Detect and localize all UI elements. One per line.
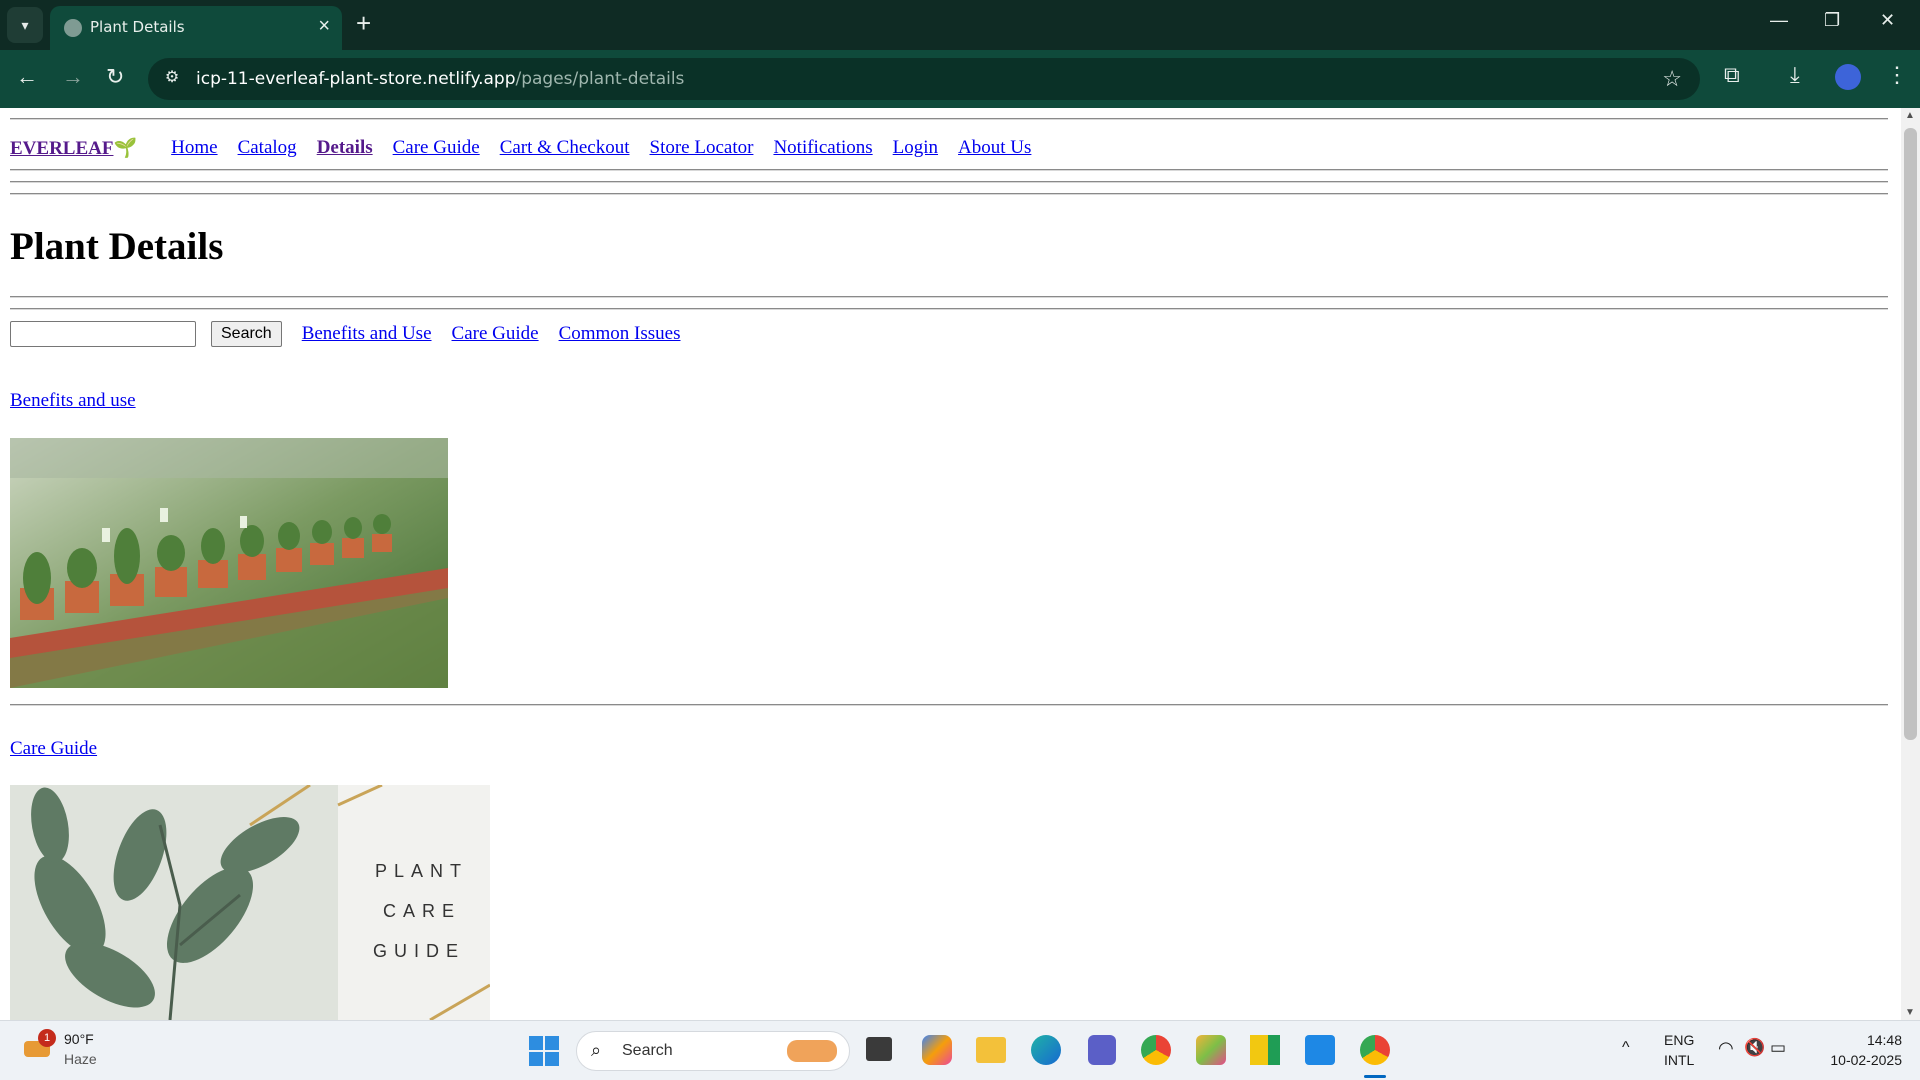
page-scrollbar[interactable]: ▲ ▼ <box>1901 108 1920 1020</box>
clock-time[interactable]: 14:48 <box>1828 1032 1902 1048</box>
tab-plant-details[interactable]: Plant Details × <box>50 6 342 50</box>
nav-home[interactable]: Home <box>171 137 217 159</box>
volume-muted-icon[interactable]: 🔇 <box>1744 1038 1765 1058</box>
chevron-up-icon[interactable]: ^ <box>1622 1039 1630 1057</box>
new-tab-button[interactable]: + <box>356 10 371 36</box>
plant-care-guide-image: PLANT CARE GUIDE <box>10 785 490 1020</box>
care-guide-image-text-guide: GUIDE <box>373 941 465 961</box>
globe-icon <box>64 19 82 37</box>
url-path: /pages/plant-details <box>515 69 685 89</box>
care-guide-image-text-care: CARE <box>383 901 461 921</box>
weather-badge: 1 <box>38 1029 56 1047</box>
menu-kebab-icon[interactable]: ⋮ <box>1886 62 1908 88</box>
divider <box>10 308 1888 310</box>
language-primary[interactable]: ENG <box>1664 1032 1694 1048</box>
nav-cart-checkout[interactable]: Cart & Checkout <box>500 137 630 159</box>
search-row: Search Benefits and Use Care Guide Commo… <box>10 320 701 348</box>
nav-store-locator[interactable]: Store Locator <box>650 137 754 159</box>
scroll-up-arrow-icon[interactable]: ▲ <box>1905 110 1915 121</box>
nav-login[interactable]: Login <box>893 137 938 159</box>
sprout-icon: 🌱 <box>113 138 138 159</box>
tab-strip: ▾ Plant Details × + — ❐ ✕ <box>0 0 1920 50</box>
extensions-icon[interactable]: ⧉ <box>1724 62 1740 88</box>
search-button[interactable]: Search <box>211 321 282 347</box>
brand-text: EVERLEAF <box>10 138 114 159</box>
url-host: icp-11-everleaf-plant-store.netlify.app <box>196 69 516 89</box>
weather-widget[interactable]: 1 <box>22 1029 56 1063</box>
url-text[interactable]: icp-11-everleaf-plant-store.netlify.app/… <box>196 69 684 89</box>
benefits-section-link[interactable]: Benefits and use <box>10 390 136 412</box>
file-explorer-icon[interactable] <box>976 1037 1006 1063</box>
back-icon[interactable]: ← <box>16 64 38 90</box>
edge-icon[interactable] <box>1031 1035 1061 1065</box>
scroll-thumb[interactable] <box>1904 128 1917 740</box>
bookmark-star-icon[interactable]: ☆ <box>1662 66 1682 92</box>
subnav-care-guide-link[interactable]: Care Guide <box>452 323 539 345</box>
address-bar[interactable]: ⚙ icp-11-everleaf-plant-store.netlify.ap… <box>148 58 1700 100</box>
weather-temp: 90°F <box>64 1031 94 1047</box>
wifi-icon[interactable]: ◠ <box>1718 1038 1734 1059</box>
care-guide-section-link[interactable]: Care Guide <box>10 738 97 760</box>
brand-link[interactable]: EVERLEAF🌱 <box>10 136 137 160</box>
page-title: Plant Details <box>10 225 224 268</box>
power-bi-icon[interactable] <box>1250 1035 1280 1065</box>
search-input[interactable] <box>10 321 196 347</box>
search-icon: ⌕ <box>591 1040 602 1060</box>
tab-search-button[interactable]: ▾ <box>7 7 43 43</box>
divider <box>10 118 1888 120</box>
chrome-icon[interactable] <box>1141 1035 1171 1065</box>
subnav-common-issues-link[interactable]: Common Issues <box>559 323 681 345</box>
restore-button[interactable]: ❐ <box>1824 10 1840 31</box>
active-app-indicator <box>1364 1075 1386 1078</box>
search-highlight-icon <box>787 1040 837 1062</box>
language-secondary[interactable]: INTL <box>1664 1052 1694 1068</box>
nav-catalog[interactable]: Catalog <box>238 137 297 159</box>
care-guide-image-text-plant: PLANT <box>375 861 468 881</box>
weather-desc: Haze <box>64 1051 97 1067</box>
divider <box>10 193 1888 195</box>
taskbar-search-label: Search <box>622 1042 673 1059</box>
profile-avatar[interactable] <box>1835 64 1861 90</box>
teams-icon[interactable] <box>1088 1035 1116 1065</box>
nav-about-us[interactable]: About Us <box>958 137 1031 159</box>
forward-icon[interactable]: → <box>62 64 84 90</box>
taskbar-search[interactable]: ⌕ Search <box>576 1031 850 1071</box>
nav-care-guide[interactable]: Care Guide <box>393 137 480 159</box>
cactus-shelf-image <box>10 438 448 688</box>
divider <box>10 169 1888 171</box>
close-icon[interactable]: × <box>318 15 330 38</box>
divider <box>10 296 1888 298</box>
task-view-icon[interactable] <box>866 1037 892 1061</box>
clock-date[interactable]: 10-02-2025 <box>1806 1052 1902 1068</box>
tab-title: Plant Details <box>90 18 185 36</box>
nav-notifications[interactable]: Notifications <box>773 137 872 159</box>
taskbar: 1 90°F Haze ⌕ Search ^ ENG INTL ◠ 🔇 ▭ 14… <box>0 1020 1920 1080</box>
nav-details[interactable]: Details <box>317 137 373 159</box>
chrome-profile-icon[interactable] <box>1360 1035 1390 1065</box>
download-icon[interactable]: ⤓ <box>1790 62 1800 88</box>
chevron-down-icon: ▾ <box>21 16 29 33</box>
start-button[interactable] <box>529 1036 559 1066</box>
battery-icon[interactable]: ▭ <box>1770 1038 1786 1058</box>
scroll-down-arrow-icon[interactable]: ▼ <box>1905 1007 1915 1018</box>
divider <box>10 181 1888 183</box>
close-window-button[interactable]: ✕ <box>1880 10 1895 31</box>
vscode-icon[interactable] <box>1305 1035 1335 1065</box>
site-info-icon[interactable]: ⚙ <box>160 67 184 91</box>
browser-toolbar: ← → ↻ ⚙ icp-11-everleaf-plant-store.netl… <box>0 50 1920 108</box>
divider <box>10 704 1888 706</box>
subnav-benefits-link[interactable]: Benefits and Use <box>302 323 432 345</box>
snipping-tool-icon[interactable] <box>1196 1035 1226 1065</box>
site-nav: EVERLEAF🌱 Home Catalog Details Care Guid… <box>10 134 1051 162</box>
copilot-icon[interactable] <box>922 1035 952 1065</box>
page-viewport: EVERLEAF🌱 Home Catalog Details Care Guid… <box>0 108 1920 1020</box>
minimize-button[interactable]: — <box>1770 10 1788 31</box>
reload-icon[interactable]: ↻ <box>106 64 124 90</box>
